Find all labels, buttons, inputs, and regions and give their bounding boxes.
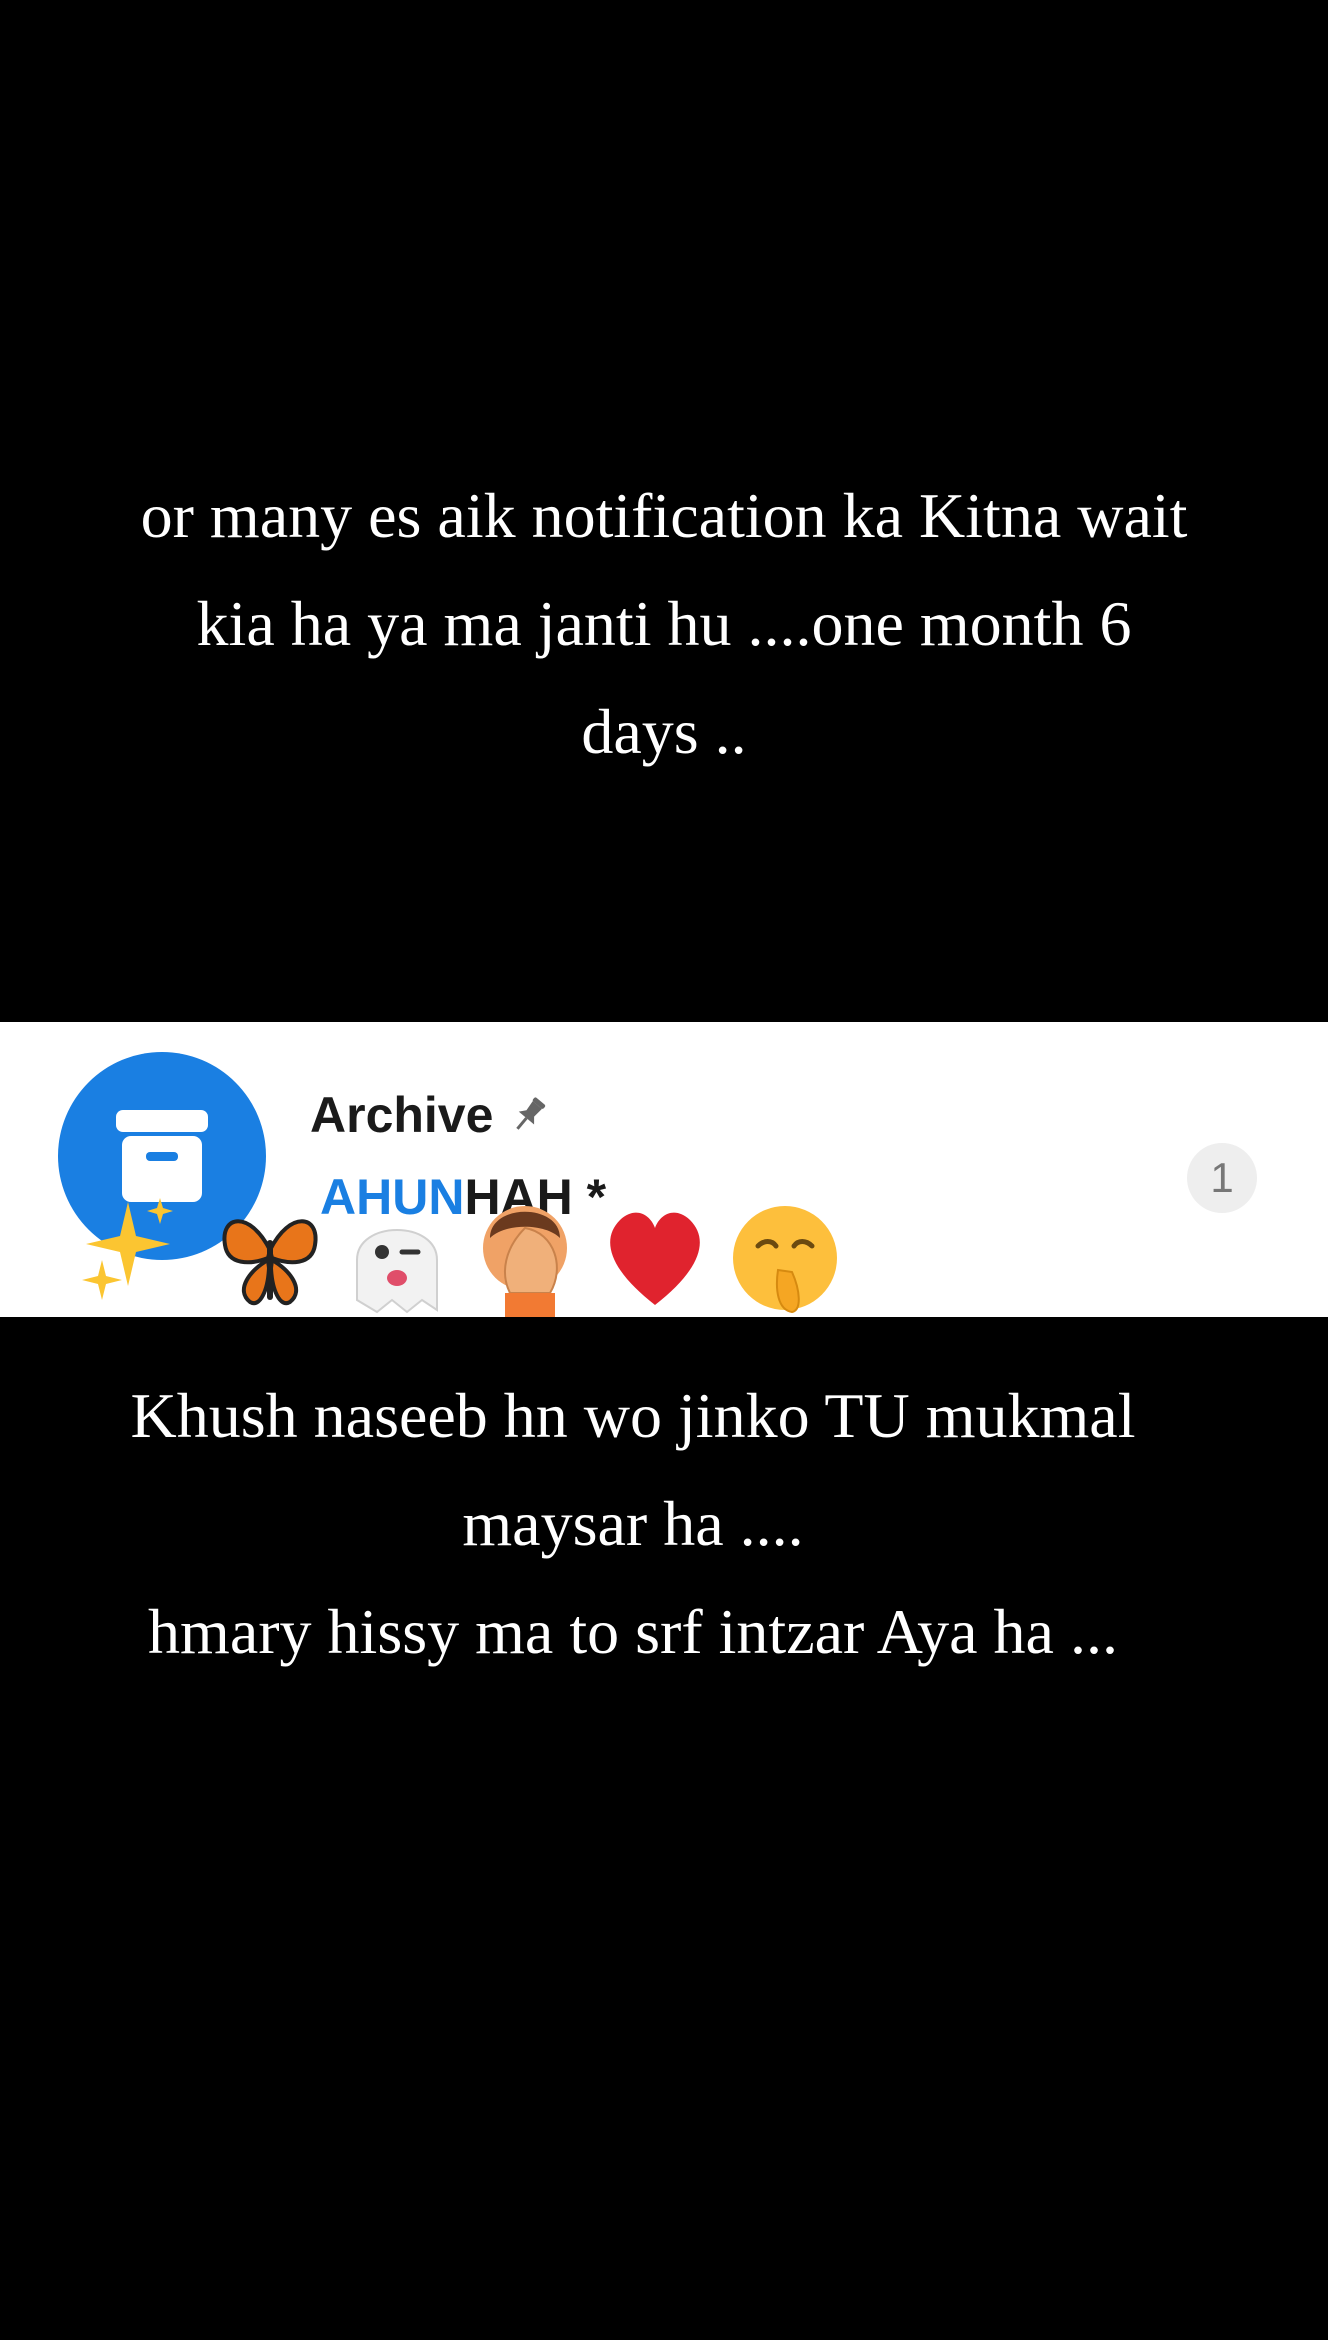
caption-line: days .. (581, 696, 747, 767)
pin-icon (516, 1097, 546, 1130)
ghost-icon (356, 1229, 438, 1314)
butterfly-icon (222, 1219, 318, 1306)
unread-count-badge: 1 (1187, 1143, 1257, 1213)
emoji-sticker-row (82, 1198, 837, 1317)
archive-title: Archive (310, 1087, 494, 1143)
sparkles-icon (82, 1198, 173, 1300)
caption-line: hmary hissy ma to srf intzar Aya ha ... (148, 1596, 1118, 1667)
caption-line: maysar ha .... (462, 1488, 804, 1559)
caption-line: kia ha ya ma janti hu ....one month 6 (196, 588, 1132, 659)
caption-line: Khush naseeb hn wo jinko TU mukmal (130, 1380, 1136, 1451)
face-palm-icon (483, 1206, 567, 1317)
bottom-caption: Khush naseeb hn wo jinko TU mukmal maysa… (0, 1362, 1328, 1686)
archive-row[interactable]: Archive AHUNHAH * 1 (0, 1022, 1328, 1317)
archive-title-row: Archive (310, 1090, 551, 1140)
top-caption: or many es aik notification ka Kitna wai… (0, 462, 1328, 786)
shushing-face-icon (733, 1206, 837, 1314)
red-heart-icon (610, 1212, 700, 1305)
caption-line: or many es aik notification ka Kitna wai… (140, 480, 1188, 551)
